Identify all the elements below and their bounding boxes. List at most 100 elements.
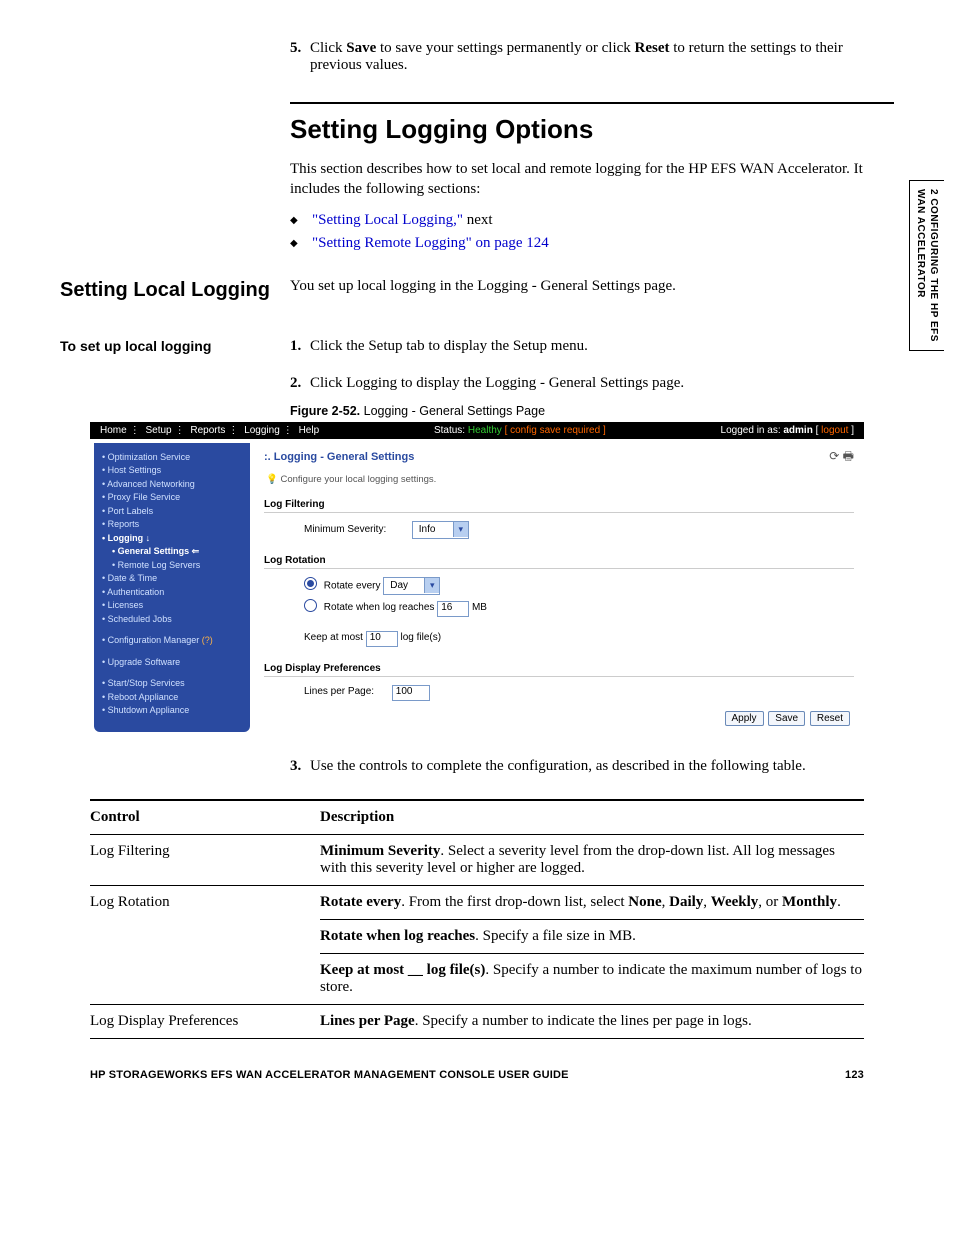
cell-desc: Minimum Severity. Select a severity leve… <box>320 843 864 877</box>
keep-unit: log file(s) <box>400 632 441 643</box>
subsection-intro: You set up local logging in the Logging … <box>290 278 894 295</box>
panel-tip: 💡 Configure your local logging settings. <box>264 468 854 495</box>
field-rotate-every: Rotate every Day▾ <box>264 575 854 597</box>
txt: . <box>837 894 841 910</box>
print-icon[interactable]: 🖶 <box>843 449 854 463</box>
sidebar-item[interactable]: • Scheduled Jobs <box>102 613 242 627</box>
cell-control: Log Display Preferences <box>90 1013 320 1030</box>
section-intro: This section describes how to set local … <box>290 159 894 200</box>
table-row: Log Rotation Rotate every. From the firs… <box>90 886 864 1005</box>
shot-topbar: Home⋮ Setup⋮ Reports⋮ Logging⋮ Help Stat… <box>90 422 864 439</box>
sidebar-item[interactable]: • Advanced Networking <box>102 478 242 492</box>
shot-status: Status: Healthy [ config save required ] <box>434 425 606 436</box>
step-2-num: 2. <box>290 375 310 392</box>
section-log-rotation: Log Rotation <box>264 551 854 569</box>
save-word: Save <box>346 40 376 56</box>
shot-main: :. Logging - General Settings ⟳ 🖶 💡 Conf… <box>254 439 864 736</box>
procedure-heading: To set up local logging <box>60 338 270 354</box>
rotate-every-label: Rotate every <box>324 580 381 591</box>
th-description: Description <box>320 809 864 826</box>
keep-input[interactable]: 10 <box>366 631 398 647</box>
button-row: Apply Save Reset <box>264 703 854 728</box>
nav-reports[interactable]: Reports <box>190 425 225 436</box>
lpp-label: Lines per Page: <box>304 686 389 697</box>
save-button[interactable]: Save <box>768 711 805 726</box>
nav-setup[interactable]: Setup <box>145 425 171 436</box>
step-5-num: 5. <box>290 40 310 74</box>
radio-rotate-every[interactable] <box>304 577 317 590</box>
sidebar-item-config-mgr[interactable]: • Configuration Manager (?) <box>102 634 242 648</box>
nav-home[interactable]: Home <box>100 425 127 436</box>
table-row: Log Filtering Minimum Severity. Select a… <box>90 835 864 886</box>
field-rotate-when: Rotate when log reaches 16 MB <box>264 597 854 619</box>
keep-label: Keep at most <box>304 632 363 643</box>
step-3: 3. Use the controls to complete the conf… <box>290 758 894 775</box>
sidebar-item[interactable]: • Host Settings <box>102 464 242 478</box>
lpp-input[interactable]: 100 <box>392 685 430 701</box>
sidebar-item[interactable]: • Port Labels <box>102 505 242 519</box>
refresh-icon[interactable]: ⟳ <box>829 449 839 463</box>
txt: Minimum Severity <box>320 843 440 859</box>
sidebar-item[interactable]: • Proxy File Service <box>102 491 242 505</box>
lightbulb-icon: 💡 <box>266 474 278 485</box>
nav-help[interactable]: Help <box>299 425 320 436</box>
field-lines-per-page: Lines per Page: 100 <box>264 683 854 703</box>
sidebar-subitem-remote[interactable]: • Remote Log Servers <box>102 559 242 573</box>
bullet-local-logging: "Setting Local Logging," next <box>290 212 894 229</box>
tip-text: Configure your local logging settings. <box>280 474 436 485</box>
sidebar-item[interactable]: • Date & Time <box>102 572 242 586</box>
screenshot: Home⋮ Setup⋮ Reports⋮ Logging⋮ Help Stat… <box>90 422 864 736</box>
step-1: 1. Click the Setup tab to display the Se… <box>290 338 894 355</box>
cell-desc: Lines per Page. Specify a number to indi… <box>320 1013 864 1030</box>
txt: [ <box>813 425 821 436</box>
txt: • Configuration Manager <box>102 635 202 645</box>
min-severity-select[interactable]: Info▾ <box>412 521 469 539</box>
txt: , or <box>758 894 782 910</box>
sidebar-item[interactable]: • Licenses <box>102 599 242 613</box>
sidebar-item-logging[interactable]: • Logging ↓ <box>102 532 242 546</box>
sidebar-item[interactable]: • Reports <box>102 518 242 532</box>
page-footer: HP STORAGEWORKS EFS WAN ACCELERATOR MANA… <box>90 1069 864 1081</box>
help-icon[interactable]: (?) <box>202 635 213 645</box>
step-5: 5. Click Save to save your settings perm… <box>290 40 894 74</box>
sidebar-item[interactable]: • Reboot Appliance <box>102 691 242 705</box>
footer-title: HP STORAGEWORKS EFS WAN ACCELERATOR MANA… <box>90 1069 569 1081</box>
link-remote-logging[interactable]: "Setting Remote Logging" on page 124 <box>312 235 549 251</box>
rotate-every-value: Day <box>384 580 424 591</box>
section-log-display: Log Display Preferences <box>264 659 854 677</box>
status-value: Healthy <box>468 425 502 436</box>
chevron-down-icon: ▾ <box>453 522 468 537</box>
logout-link[interactable]: logout <box>821 425 848 436</box>
txt: to save your settings permanently or cli… <box>376 40 634 56</box>
sidebar-item[interactable]: • Start/Stop Services <box>102 677 242 691</box>
sidebar-item-upgrade[interactable]: • Upgrade Software <box>102 656 242 670</box>
nav-logging[interactable]: Logging <box>244 425 280 436</box>
sidebar-item[interactable]: • Optimization Service <box>102 451 242 465</box>
rotate-every-select[interactable]: Day▾ <box>383 577 440 595</box>
section-bullets: "Setting Local Logging," next "Setting R… <box>290 212 894 252</box>
txt: ] <box>848 425 854 436</box>
apply-button[interactable]: Apply <box>725 711 764 726</box>
sidebar-item[interactable]: • Shutdown Appliance <box>102 704 242 718</box>
panel-icons: ⟳ 🖶 <box>829 447 854 468</box>
subsection-heading: Setting Local Logging <box>60 278 270 302</box>
radio-rotate-when[interactable] <box>304 599 317 612</box>
tab-line1: 2 CONFIGURING THE HP EFS <box>928 189 939 342</box>
sidebar-item[interactable]: • Authentication <box>102 586 242 600</box>
sidebar-subitem-general[interactable]: • General Settings ⇐ <box>102 545 242 559</box>
rotate-when-input[interactable]: 16 <box>437 601 469 617</box>
link-local-logging[interactable]: "Setting Local Logging," <box>312 212 463 228</box>
section-rule <box>290 102 894 104</box>
bullet-remote-logging: "Setting Remote Logging" on page 124 <box>290 235 894 252</box>
shot-sidebar: • Optimization Service • Host Settings •… <box>94 443 250 732</box>
figure-title: Logging - General Settings Page <box>360 404 545 418</box>
rotate-when-unit: MB <box>472 602 487 613</box>
chevron-down-icon: ▾ <box>424 578 439 593</box>
reset-button[interactable]: Reset <box>810 711 850 726</box>
step-3-text: Use the controls to complete the configu… <box>310 758 894 775</box>
shot-login: Logged in as: admin [ logout ] <box>721 425 854 436</box>
table-row: Log Display Preferences Lines per Page. … <box>90 1005 864 1039</box>
controls-table: Control Description Log Filtering Minimu… <box>90 799 864 1039</box>
min-severity-value: Info <box>413 524 453 535</box>
cell-control: Log Filtering <box>90 843 320 877</box>
